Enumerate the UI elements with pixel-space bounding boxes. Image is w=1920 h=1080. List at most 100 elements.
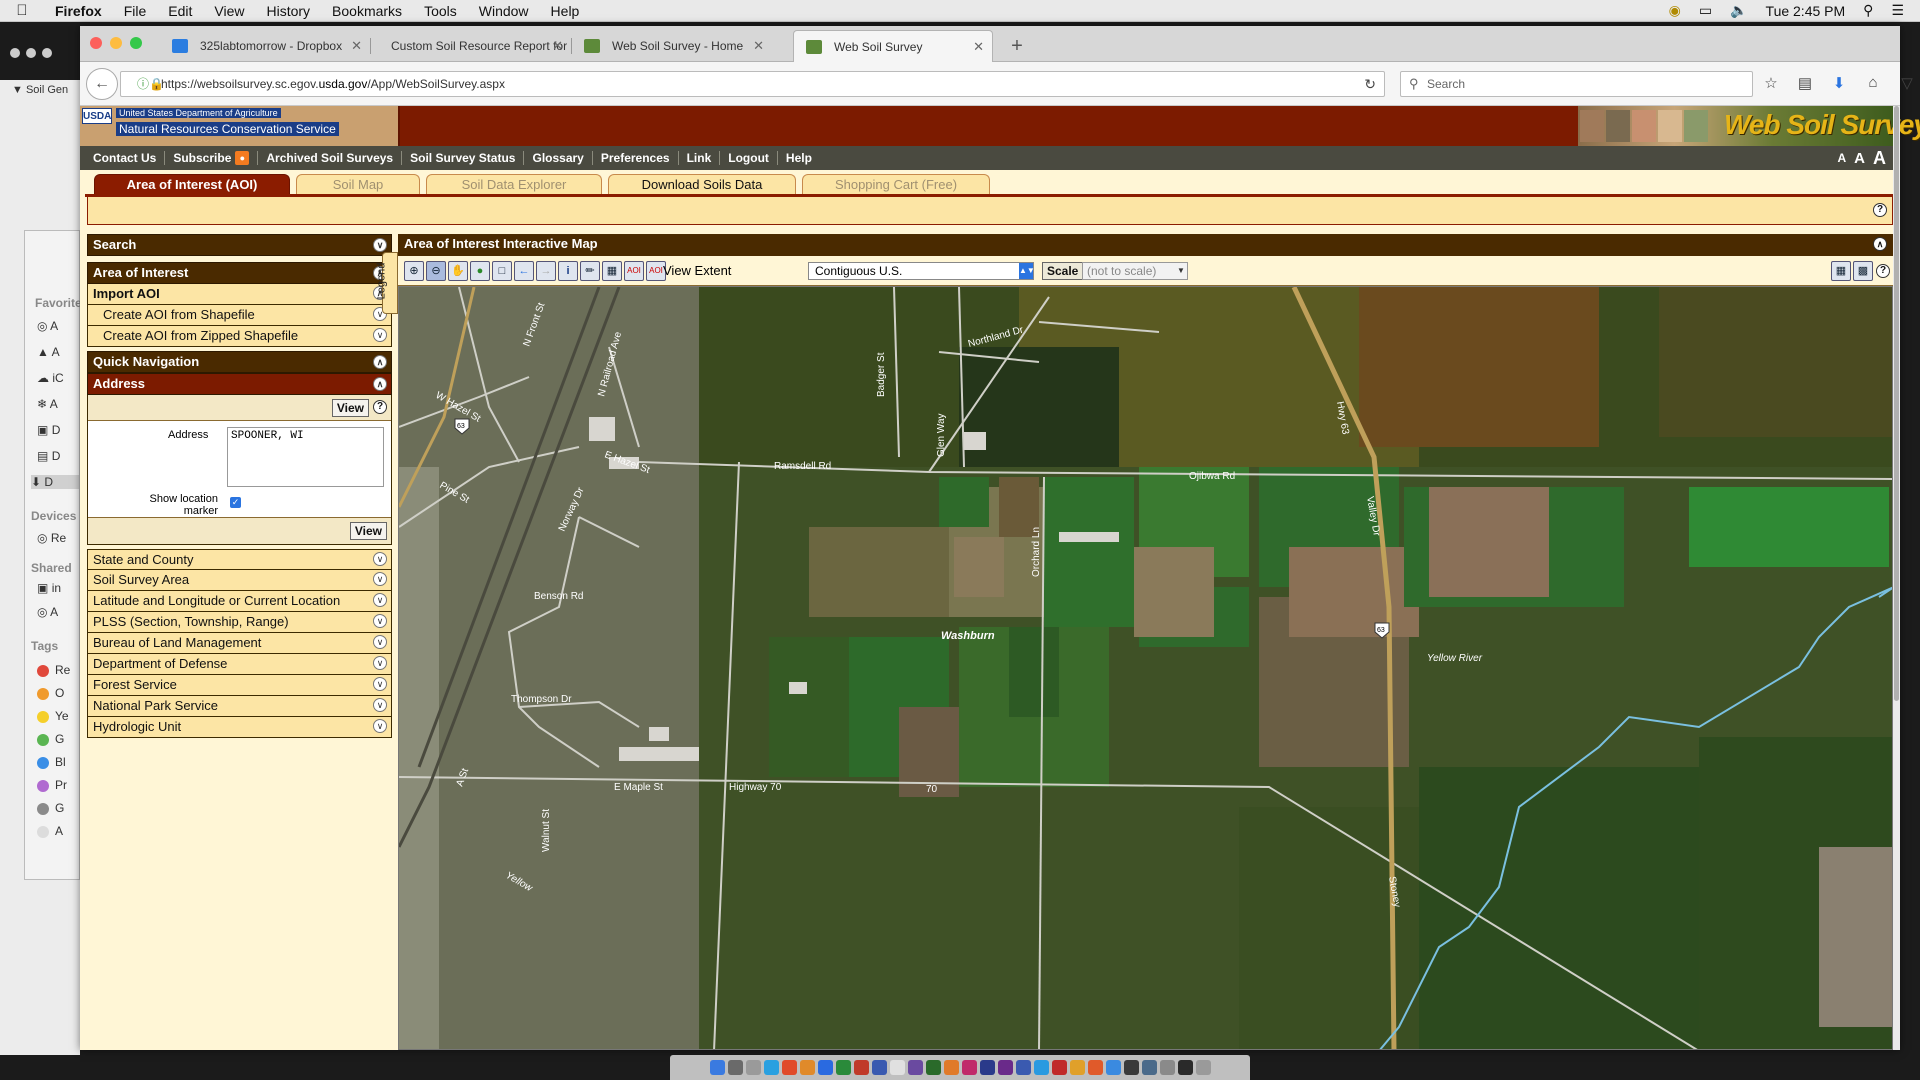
chevron-down-icon[interactable]: ∨ [373, 635, 387, 649]
url-bar[interactable]: ⓘ🔒 https://websoilsurvey.sc.egov.usda.go… [120, 71, 1385, 97]
chevron-down-icon[interactable]: ∨ [373, 614, 387, 628]
airplay-icon[interactable]: ▭ [1699, 2, 1712, 19]
close-icon[interactable]: ✕ [753, 30, 764, 62]
tab-soil-data-explorer[interactable]: Soil Data Explorer [426, 174, 602, 194]
view-button-top[interactable]: View [331, 399, 369, 417]
dock-app-icon[interactable] [817, 1060, 833, 1075]
import-aoi-header[interactable]: Import AOI ∧ [87, 284, 392, 305]
bookmark-star-icon[interactable]: ☆ [1760, 74, 1782, 96]
window-close-button[interactable] [90, 37, 102, 49]
font-size-medium[interactable]: A [1854, 150, 1865, 167]
aoi-header[interactable]: Area of Interest ∧ [87, 262, 392, 284]
scale-button[interactable]: Scale [1042, 262, 1084, 280]
quick-nav-item[interactable]: Soil Survey Area ∨ [87, 570, 392, 591]
help-icon[interactable]: ? [373, 400, 387, 414]
chevron-down-icon[interactable]: ∨ [373, 238, 387, 252]
view-button[interactable]: View [349, 522, 387, 540]
close-icon[interactable]: ✕ [351, 30, 362, 62]
norton-icon[interactable]: ◉ [1669, 2, 1681, 19]
nav-archived-soil-surveys[interactable]: Archived Soil Surveys [258, 151, 403, 165]
close-icon[interactable]: ✕ [552, 30, 563, 62]
create-aoi-zipped-shapefile[interactable]: Create AOI from Zipped Shapefile ∨ [87, 326, 392, 347]
quick-nav-item[interactable]: Hydrologic Unit ∨ [87, 717, 392, 738]
dock-app-icon[interactable] [1123, 1060, 1139, 1075]
dock-app-icon[interactable] [781, 1060, 797, 1075]
scrollbar-thumb[interactable] [1894, 106, 1899, 701]
chevron-down-icon[interactable]: ∨ [373, 328, 387, 342]
zoom-to-aoi-icon[interactable]: □ [492, 261, 512, 281]
dock-app-icon[interactable] [1015, 1060, 1031, 1075]
zoom-out-icon[interactable]: ⊖ [426, 261, 446, 281]
dock-app-icon[interactable] [1141, 1060, 1157, 1075]
address-field[interactable]: SPOONER, WI [227, 427, 384, 487]
dock-app-icon[interactable] [799, 1060, 815, 1075]
volume-icon[interactable]: 🔈 [1730, 2, 1747, 19]
layers-icon[interactable]: ▦ [1831, 261, 1851, 281]
dock-app-icon[interactable] [907, 1060, 923, 1075]
sidebar-favorite-item[interactable]: ◎ A [37, 319, 58, 333]
show-marker-checkbox[interactable]: ✓ [230, 497, 241, 508]
tab-wss-active[interactable]: Web Soil Survey ✕ [793, 30, 993, 62]
help-icon[interactable]: ? [1873, 203, 1887, 217]
sidebar-favorite-item[interactable]: ▣ D [37, 423, 60, 437]
tab-download-soils-data[interactable]: Download Soils Data [608, 174, 796, 194]
nav-link[interactable]: Link [679, 151, 721, 165]
sidebar-favorite-item[interactable]: ▲ A [37, 345, 60, 359]
pan-hand-icon[interactable]: ✋ [448, 261, 468, 281]
notification-center-icon[interactable]: ☰ [1891, 2, 1904, 19]
tab-shopping-cart[interactable]: Shopping Cart (Free) [802, 174, 990, 194]
dock-app-icon[interactable] [1051, 1060, 1067, 1075]
reading-list-icon[interactable]: ▤ [1794, 74, 1816, 96]
quick-nav-item[interactable]: State and County ∨ [87, 549, 392, 570]
menu-history[interactable]: History [255, 3, 321, 19]
dock-app-icon[interactable] [943, 1060, 959, 1075]
spotlight-icon[interactable]: ⚲ [1863, 2, 1873, 19]
measure-icon[interactable]: ✏ [580, 261, 600, 281]
menu-window[interactable]: Window [468, 3, 540, 19]
chevron-down-icon[interactable]: ∨ [373, 552, 387, 566]
quick-navigation-header[interactable]: Quick Navigation ∧ [87, 351, 392, 373]
sidebar-tag-item[interactable]: G [37, 732, 64, 746]
reload-icon[interactable]: ↻ [1364, 72, 1376, 96]
nav-contact-us[interactable]: Contact Us [85, 151, 166, 165]
help-icon[interactable]: ? [1876, 264, 1890, 278]
quick-nav-item[interactable]: Forest Service ∨ [87, 675, 392, 696]
sidebar-tag-item[interactable]: Pr [37, 778, 67, 792]
lock-icon[interactable]: ⓘ🔒 [137, 72, 164, 96]
interactive-map[interactable]: W Hazel St N Front St N Railroad Ave Pin… [398, 286, 1893, 1050]
nav-soil-survey-status[interactable]: Soil Survey Status [402, 151, 525, 165]
dock-app-icon[interactable] [1177, 1060, 1193, 1075]
chevron-up-icon[interactable]: ∧ [373, 377, 387, 391]
legend-tab[interactable]: Legend [375, 252, 398, 314]
sidebar-tag-item[interactable]: O [37, 686, 64, 700]
tab-dropbox[interactable]: 325labtomorrow - Dropbox ✕ [160, 30, 370, 62]
dock-app-icon[interactable] [853, 1060, 869, 1075]
back-button[interactable]: ← [86, 68, 118, 100]
chevron-up-icon[interactable]: ∧ [1873, 237, 1887, 251]
quick-nav-item[interactable]: PLSS (Section, Township, Range) ∨ [87, 612, 392, 633]
font-size-large[interactable]: A [1873, 148, 1886, 169]
quick-nav-item[interactable]: Department of Defense ∨ [87, 654, 392, 675]
dock-app-icon[interactable] [1195, 1060, 1211, 1075]
menu-edit[interactable]: Edit [157, 3, 203, 19]
tab-area-of-interest[interactable]: Area of Interest (AOI) [94, 174, 290, 194]
zoom-in-icon[interactable]: ⊕ [404, 261, 424, 281]
close-icon[interactable]: ✕ [973, 31, 984, 62]
window-zoom-button[interactable] [130, 37, 142, 49]
define-aoi-rectangle-icon[interactable]: ▦ [602, 261, 622, 281]
apple-menu-icon[interactable]:  [0, 2, 44, 19]
chevron-down-icon[interactable]: ∨ [373, 593, 387, 607]
tab-wss-home[interactable]: Web Soil Survey - Home ✕ [572, 30, 772, 62]
search-input[interactable]: ⚲ Search [1400, 71, 1753, 97]
quick-nav-item[interactable]: National Park Service ∨ [87, 696, 392, 717]
sidebar-favorite-item[interactable]: ❄ A [37, 397, 58, 411]
menu-help[interactable]: Help [540, 3, 591, 19]
chevron-down-icon[interactable]: ∨ [373, 572, 387, 586]
sidebar-shared-item[interactable]: ◎ A [37, 605, 58, 619]
menubar-clock[interactable]: Tue 2:45 PM [1766, 3, 1846, 19]
nav-glossary[interactable]: Glossary [524, 151, 593, 165]
sidebar-tag-item[interactable]: A [37, 824, 63, 838]
previous-extent-icon[interactable]: ← [514, 261, 534, 281]
menu-tools[interactable]: Tools [413, 3, 468, 19]
sidebar-shared-item[interactable]: ▣ in [37, 581, 61, 595]
